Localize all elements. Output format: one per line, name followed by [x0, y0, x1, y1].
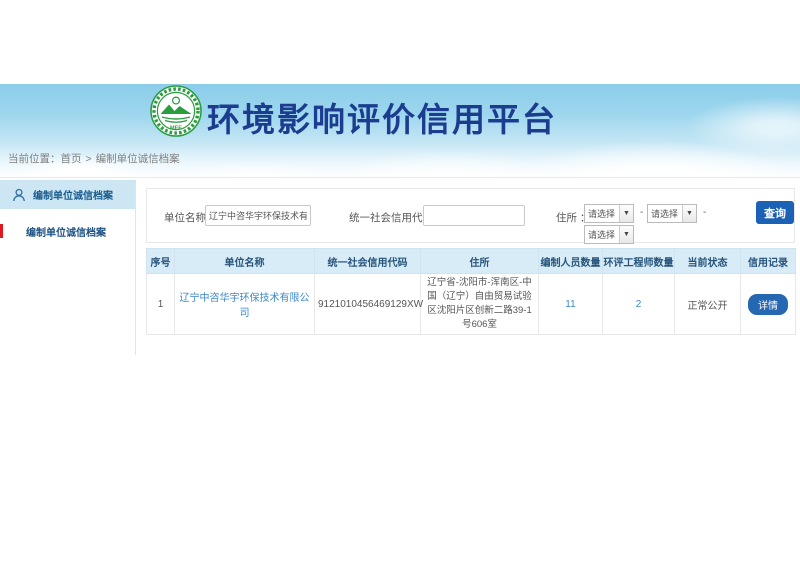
staff-count-link[interactable]: 11 — [565, 299, 575, 310]
row-index-cell: 1 — [147, 274, 175, 335]
unit-name-input[interactable] — [205, 205, 311, 226]
select-value: 请选择 — [585, 228, 619, 241]
user-icon — [12, 188, 26, 202]
engineer-count-link[interactable]: 2 — [636, 299, 642, 310]
page: MEE 环境影响评价信用平台 当前位置：首页 > 编制单位诚信档案 编制单位诚信档案… — [0, 0, 800, 565]
select-value: 请选择 — [648, 207, 682, 220]
credit-code-input[interactable] — [423, 205, 525, 226]
svg-text:MEE: MEE — [170, 126, 182, 132]
sidebar-item-label: 编制单位诚信档案 — [26, 224, 106, 239]
status-text: 正常公开 — [675, 274, 741, 335]
column-header-staff-count: 编制人员数量 — [539, 249, 603, 274]
chevron-down-icon: ▼ — [619, 226, 633, 243]
column-header-address: 住所 — [421, 249, 539, 274]
chevron-down-icon: ▼ — [619, 205, 633, 222]
address-cell: 辽宁省-沈阳市-浑南区-中国（辽宁）自由贸易试验区沈阳片区创新二路39-1号60… — [421, 274, 539, 335]
address-district-select[interactable]: 请选择 ▼ — [584, 225, 634, 244]
query-button[interactable]: 查询 — [756, 201, 794, 224]
column-header-status: 当前状态 — [675, 249, 741, 274]
results-table: 序号 单位名称 统一社会信用代码 住所 编制人员数量 环评工程师数量 当前状态 … — [146, 248, 796, 335]
breadcrumb-home-link[interactable]: 首页 — [61, 153, 82, 165]
header-divider — [0, 177, 800, 178]
search-panel: 单位名称 ： 统一社会信用代码 ： 住所 ： 请选择 ▼ - 请选择 ▼ - 请… — [146, 188, 795, 243]
chevron-down-icon: ▼ — [682, 205, 696, 222]
sidebar-header: 编制单位诚信档案 — [0, 180, 135, 209]
table-header-row: 序号 单位名称 统一社会信用代码 住所 编制人员数量 环评工程师数量 当前状态 … — [147, 249, 796, 274]
address-city-select[interactable]: 请选择 ▼ — [647, 204, 697, 223]
breadcrumb-separator: > — [86, 153, 92, 165]
breadcrumb: 当前位置：首页 > 编制单位诚信档案 — [8, 151, 180, 166]
sidebar-item-credit-archive[interactable]: 编制单位诚信档案 — [0, 218, 135, 244]
credit-code-cell: 9121010456469129XW — [315, 274, 421, 335]
column-header-index: 序号 — [147, 249, 175, 274]
dash-separator: - — [640, 207, 643, 218]
column-header-credit-code: 统一社会信用代码 — [315, 249, 421, 274]
sidebar-header-label: 编制单位诚信档案 — [33, 187, 113, 202]
breadcrumb-label: 当前位置： — [8, 153, 61, 165]
address-province-select[interactable]: 请选择 ▼ — [584, 204, 634, 223]
site-title: 环境影响评价信用平台 — [207, 93, 557, 141]
column-header-engineer-count: 环评工程师数量 — [603, 249, 675, 274]
select-value: 请选择 — [585, 207, 619, 220]
table-row: 1 辽宁中咨华宇环保技术有限公司 9121010456469129XW 辽宁省-… — [147, 274, 796, 335]
detail-button[interactable]: 详情 — [748, 294, 788, 315]
column-header-credit-record: 信用记录 — [741, 249, 796, 274]
breadcrumb-current: 编制单位诚信档案 — [96, 153, 180, 165]
unit-name-link[interactable]: 辽宁中咨华宇环保技术有限公司 — [180, 293, 310, 319]
column-header-unit-name: 单位名称 — [175, 249, 315, 274]
sidebar: 编制单位诚信档案 编制单位诚信档案 — [0, 180, 136, 355]
mee-logo-icon: MEE — [150, 85, 202, 137]
dash-separator: - — [703, 207, 706, 218]
active-indicator — [0, 224, 3, 238]
